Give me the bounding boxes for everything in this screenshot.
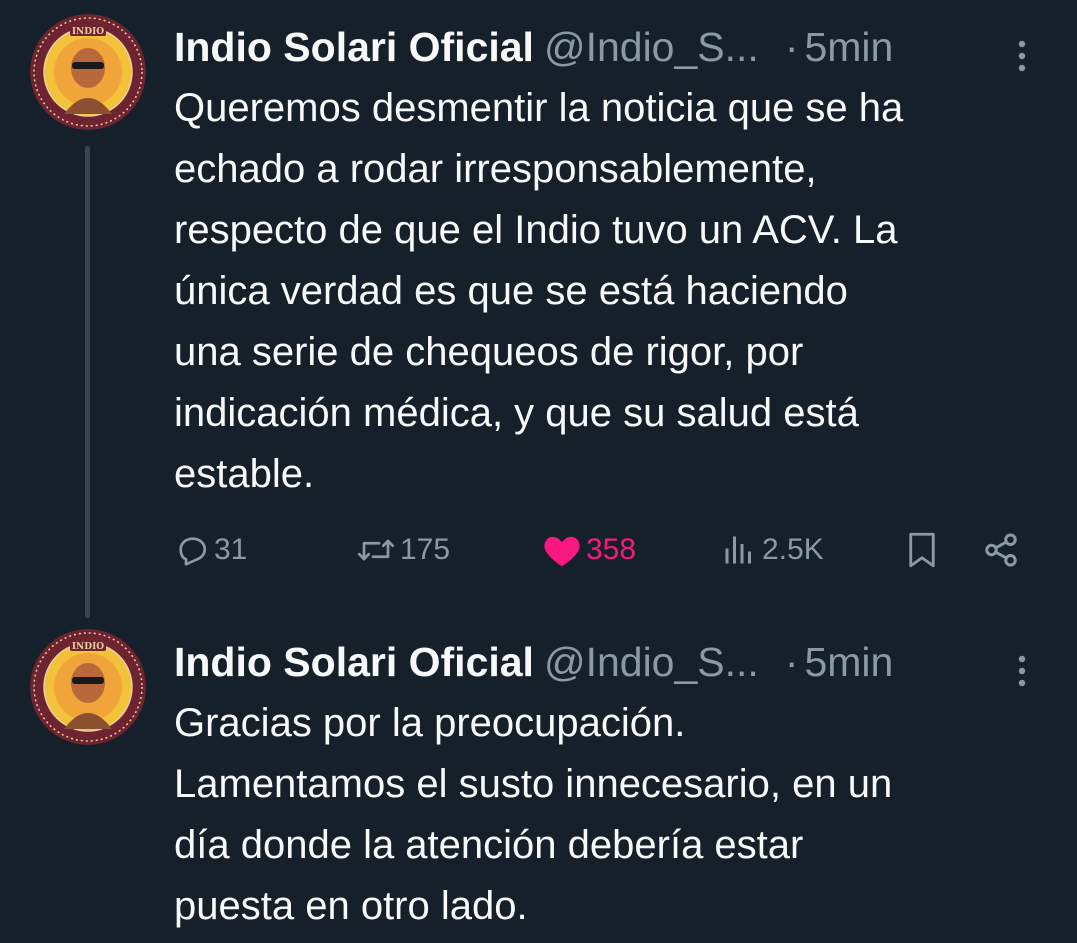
tweet-header: Indio Solari Oficial @Indio_S... · 5min <box>174 22 1054 72</box>
views-button[interactable]: 2.5K <box>720 525 824 575</box>
like-count: 358 <box>586 533 637 566</box>
timestamp[interactable]: 5min <box>804 639 893 685</box>
tweet-text-line: echado a rodar irresponsablemente, <box>174 147 817 191</box>
separator-dot: · <box>784 24 799 70</box>
more-options-icon[interactable] <box>1012 649 1032 687</box>
user-handle[interactable]: @Indio_S... <box>544 639 759 685</box>
tweet-text-line: indicación médica, y que su salud está <box>174 391 859 435</box>
views-chart-icon <box>725 536 751 564</box>
more-options-icon[interactable] <box>1012 34 1032 72</box>
tweet-text: Queremos desmentir la noticia que se ha … <box>174 78 1054 505</box>
timestamp[interactable]: 5min <box>804 24 893 70</box>
like-button[interactable]: 358 <box>542 525 636 575</box>
tweet-actions: 31 175 358 2.5K <box>174 525 1034 575</box>
retweet-count: 175 <box>400 533 451 566</box>
bookmark-button[interactable] <box>904 525 940 575</box>
tweet-text-line: una serie de chequeos de rigor, por <box>174 330 804 374</box>
svg-text:INDIO: INDIO <box>72 27 104 37</box>
avatar[interactable]: INDIO <box>30 629 146 745</box>
svg-text:INDIO: INDIO <box>72 642 104 652</box>
bookmark-icon <box>909 532 935 568</box>
display-name[interactable]: Indio Solari Oficial <box>174 24 534 70</box>
share-icon <box>985 533 1017 567</box>
indio-solari-avatar-icon: INDIO <box>30 14 146 130</box>
tweet-text-line: Gracias por la preocupación. <box>174 701 686 745</box>
tweet-text-line: estable. <box>174 452 315 496</box>
retweet-icon <box>357 539 395 561</box>
tweet[interactable]: INDIO Indio Solari Oficial @Indio_S... · 5m… <box>0 0 1077 618</box>
tweet-text: Gracias por la preocupación. Lamentamos … <box>174 693 1054 937</box>
tweet[interactable]: INDIO Indio Solari Oficial @Indio_S... · 5m… <box>0 615 1077 943</box>
tweet-header: Indio Solari Oficial @Indio_S... · 5min <box>174 637 1054 687</box>
tweet-text-line: puesta en otro lado. <box>174 884 528 928</box>
display-name[interactable]: Indio Solari Oficial <box>174 639 534 685</box>
indio-solari-avatar-icon: INDIO <box>30 629 146 745</box>
retweet-button[interactable]: 175 <box>356 525 450 575</box>
tweet-text-line: única verdad es que se está haciendo <box>174 269 848 313</box>
tweet-text-line: Queremos desmentir la noticia que se ha <box>174 86 904 130</box>
reply-icon <box>179 537 207 566</box>
reply-count: 31 <box>214 533 248 566</box>
tweet-text-line: respecto de que el Indio tuvo un ACV. La <box>174 208 898 252</box>
views-count: 2.5K <box>762 533 824 566</box>
tweet-text-line: Lamentamos el susto innecesario, en un <box>174 762 893 806</box>
separator-dot: · <box>784 639 799 685</box>
avatar[interactable]: INDIO <box>30 14 146 130</box>
user-handle[interactable]: @Indio_S... <box>544 24 759 70</box>
thread-connector-line <box>85 146 90 618</box>
heart-filled-icon <box>544 536 580 567</box>
tweet-text-line: día donde la atención debería estar <box>174 823 804 867</box>
reply-button[interactable]: 31 <box>174 525 247 575</box>
share-button[interactable] <box>982 525 1020 575</box>
